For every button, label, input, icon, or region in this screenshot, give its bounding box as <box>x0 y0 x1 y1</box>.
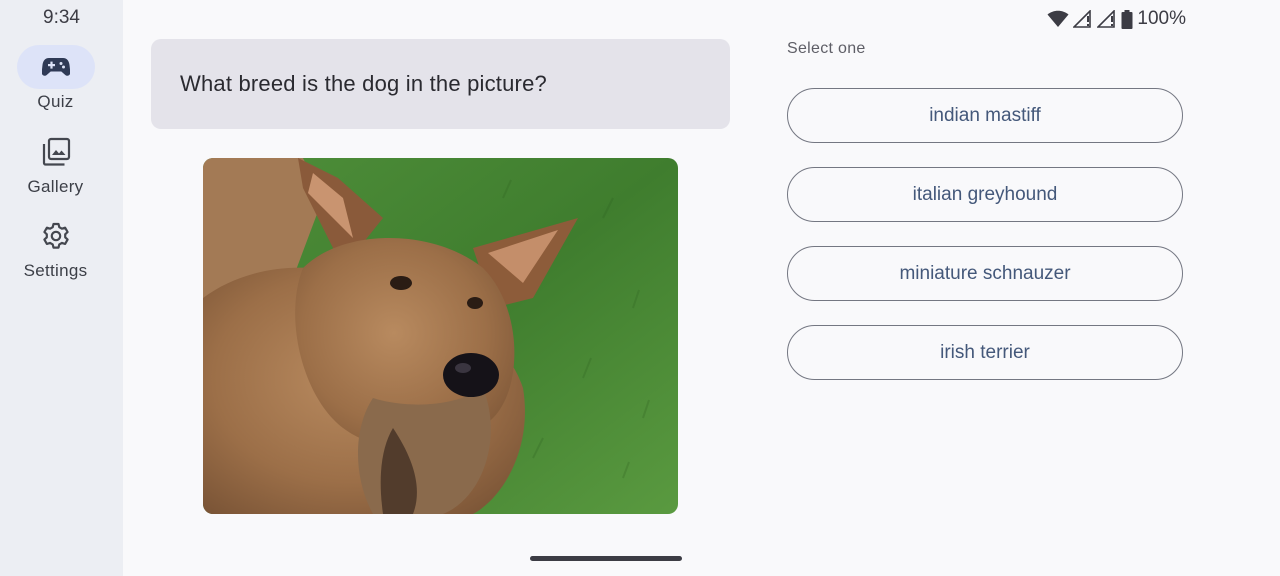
battery-icon <box>1121 9 1133 29</box>
battery-percent: 100% <box>1137 8 1186 29</box>
question-card: What breed is the dog in the picture? <box>151 39 730 129</box>
navigation-rail: 9:34 Quiz Gallery Settings <box>0 0 123 576</box>
cell-signal-icon <box>1097 10 1116 28</box>
gear-icon <box>42 222 69 249</box>
nav-label-settings: Settings <box>23 261 88 280</box>
question-text: What breed is the dog in the picture? <box>180 71 547 96</box>
status-time: 9:34 <box>43 7 80 28</box>
wifi-icon <box>1047 10 1069 27</box>
nav-item-gallery[interactable]: Gallery <box>0 130 111 197</box>
answer-option-irish-terrier[interactable]: irish terrier <box>787 325 1183 380</box>
dog-photo <box>203 158 678 514</box>
active-indicator <box>16 45 95 89</box>
nav-item-settings[interactable]: Settings <box>0 214 111 281</box>
nav-icon-container <box>17 214 95 258</box>
nav-icon-container <box>17 130 95 174</box>
nav-label-quiz: Quiz <box>37 92 74 111</box>
gallery-icon <box>42 137 70 166</box>
nav-label-gallery: Gallery <box>27 177 84 196</box>
select-one-label: Select one <box>787 40 866 57</box>
cell-signal-icon <box>1073 10 1092 28</box>
nav-item-quiz[interactable]: Quiz <box>0 45 111 112</box>
gesture-home-bar[interactable] <box>530 556 682 561</box>
status-icons: 100% <box>1047 8 1186 30</box>
answer-option-italian-greyhound[interactable]: italian greyhound <box>787 167 1183 222</box>
answer-option-miniature-schnauzer[interactable]: miniature schnauzer <box>787 246 1183 301</box>
gamepad-icon <box>41 58 70 76</box>
answer-option-indian-mastiff[interactable]: indian mastiff <box>787 88 1183 143</box>
